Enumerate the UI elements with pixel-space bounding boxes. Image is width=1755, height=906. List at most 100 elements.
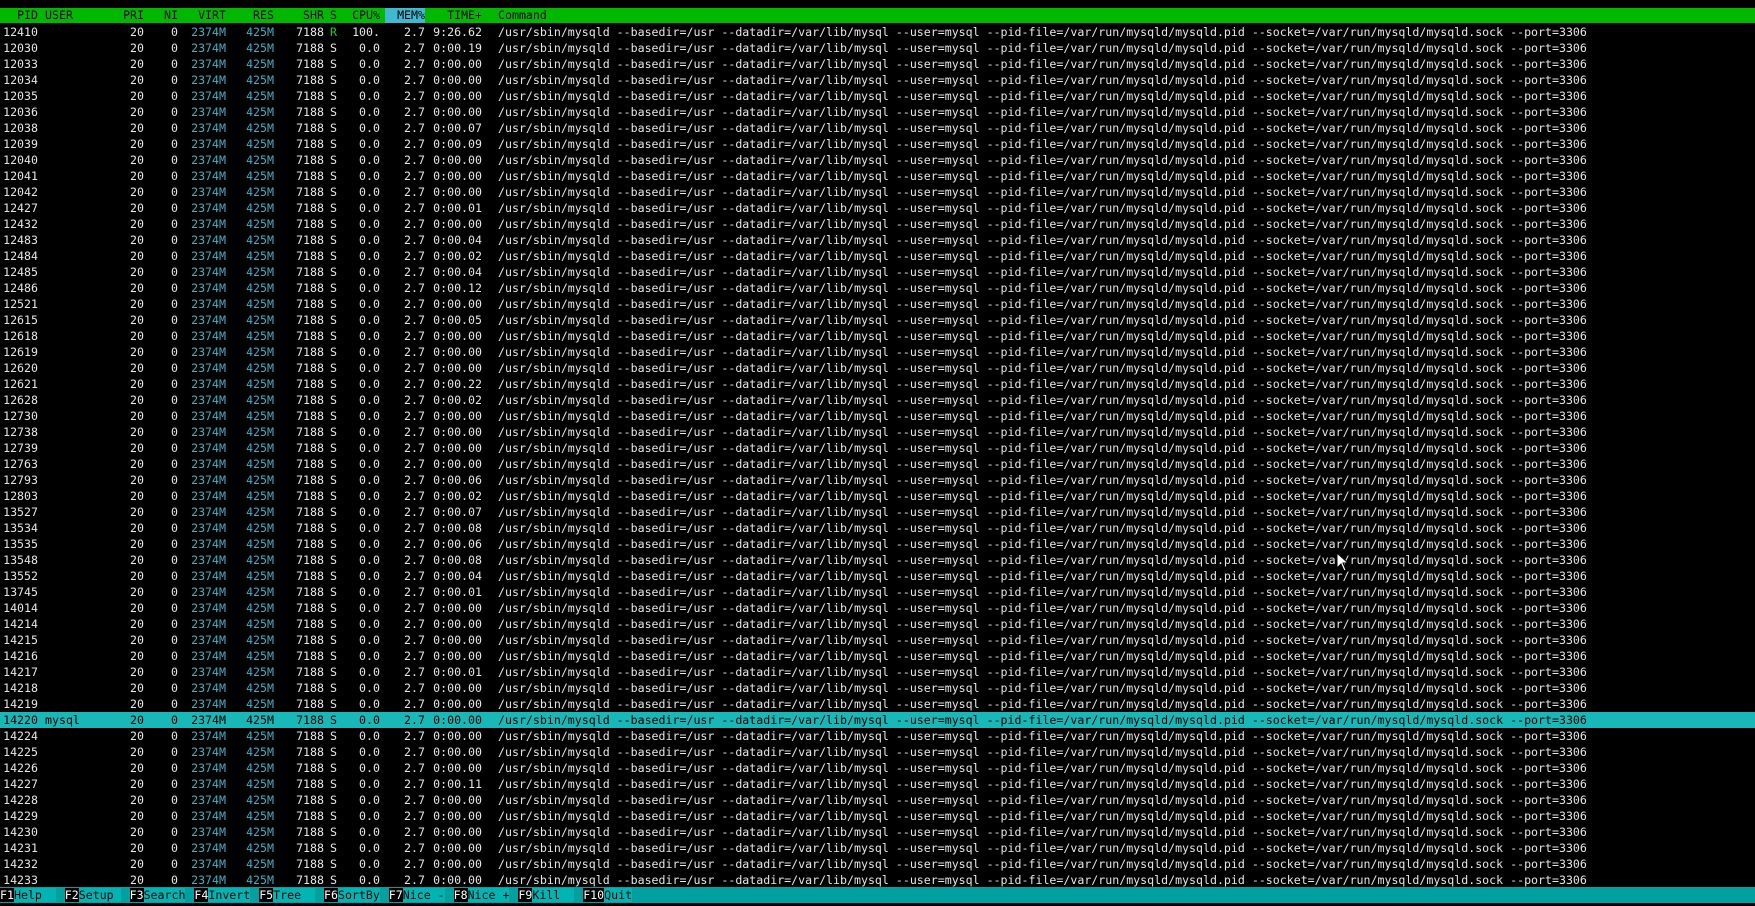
cell-pri: 20 bbox=[130, 441, 144, 455]
cell-mem: 2.7 bbox=[404, 105, 425, 119]
table-row[interactable]: 14230 20 0 2374M 425M 7188 S 0.0 2.7 0:00.00/usr/… bbox=[0, 824, 1755, 840]
table-row[interactable]: 12030 20 0 2374M 425M 7188 S 0.0 2.7 0:00.19/usr/… bbox=[0, 40, 1755, 56]
table-row[interactable]: 12803 20 0 2374M 425M 7188 S 0.0 2.7 0:00.02/usr/… bbox=[0, 488, 1755, 504]
fkey-f7[interactable]: F7Nice - bbox=[388, 887, 445, 903]
cell-ni: 0 bbox=[171, 873, 178, 887]
header-command[interactable]: Command bbox=[498, 8, 547, 23]
table-row[interactable]: 14218 20 0 2374M 425M 7188 S 0.0 2.7 0:00.00/usr/… bbox=[0, 680, 1755, 696]
table-row[interactable]: 13535 20 0 2374M 425M 7188 S 0.0 2.7 0:00.06/usr/… bbox=[0, 536, 1755, 552]
table-row[interactable]: 12410 20 0 2374M 425M 7188 R 100. 2.7 9:26.62/usr… bbox=[0, 24, 1755, 40]
cell-pid: 13535 bbox=[3, 537, 38, 551]
cell-s: S bbox=[330, 169, 337, 183]
table-row[interactable]: 12483 20 0 2374M 425M 7188 S 0.0 2.7 0:00.04/usr/… bbox=[0, 232, 1755, 248]
table-row[interactable]: 12427 20 0 2374M 425M 7188 S 0.0 2.7 0:00.01/usr/… bbox=[0, 200, 1755, 216]
cell-mem: 2.7 bbox=[404, 169, 425, 183]
table-row[interactable]: 14229 20 0 2374M 425M 7188 S 0.0 2.7 0:00.00/usr/… bbox=[0, 808, 1755, 824]
header-pri[interactable]: PRI bbox=[100, 8, 144, 23]
table-row-selected[interactable]: 14220 mysql 20 0 2374M 425M 7188 S 0.0 2.7 0:00.00… bbox=[0, 712, 1755, 728]
table-row[interactable]: 12615 20 0 2374M 425M 7188 S 0.0 2.7 0:00.05/usr/… bbox=[0, 312, 1755, 328]
cell-cpu: 0.0 bbox=[359, 729, 380, 743]
cell-pri: 20 bbox=[130, 297, 144, 311]
table-row[interactable]: 14219 20 0 2374M 425M 7188 S 0.0 2.7 0:00.00/usr/… bbox=[0, 696, 1755, 712]
cell-pid: 12738 bbox=[3, 425, 38, 439]
cell-res: 425M bbox=[246, 201, 274, 215]
table-row[interactable]: 12033 20 0 2374M 425M 7188 S 0.0 2.7 0:00.00/usr/… bbox=[0, 56, 1755, 72]
header-shr[interactable]: SHR bbox=[280, 8, 324, 23]
fkey-f6[interactable]: F6SortBy bbox=[324, 887, 380, 903]
table-row[interactable]: 12034 20 0 2374M 425M 7188 S 0.0 2.7 0:00.00/usr/… bbox=[0, 72, 1755, 88]
table-row[interactable]: 12620 20 0 2374M 425M 7188 S 0.0 2.7 0:00.00/usr/… bbox=[0, 360, 1755, 376]
table-row[interactable]: 12763 20 0 2374M 425M 7188 S 0.0 2.7 0:00.00/usr/… bbox=[0, 456, 1755, 472]
table-row[interactable]: 12739 20 0 2374M 425M 7188 S 0.0 2.7 0:00.00/usr/… bbox=[0, 440, 1755, 456]
table-row[interactable]: 12035 20 0 2374M 425M 7188 S 0.0 2.7 0:00.00/usr/… bbox=[0, 88, 1755, 104]
cell-command: /usr/sbin/mysqld --basedir=/usr --datadi… bbox=[498, 665, 1587, 679]
cell-cpu: 0.0 bbox=[359, 473, 380, 487]
cell-ni: 0 bbox=[171, 137, 178, 151]
fkey-f1[interactable]: F1Help bbox=[0, 887, 56, 903]
table-row[interactable]: 12738 20 0 2374M 425M 7188 S 0.0 2.7 0:00.00/usr/… bbox=[0, 424, 1755, 440]
table-row[interactable]: 14231 20 0 2374M 425M 7188 S 0.0 2.7 0:00.00/usr/… bbox=[0, 840, 1755, 856]
table-row[interactable]: 12619 20 0 2374M 425M 7188 S 0.0 2.7 0:00.00/usr/… bbox=[0, 344, 1755, 360]
table-row[interactable]: 12039 20 0 2374M 425M 7188 S 0.0 2.7 0:00.09/usr/… bbox=[0, 136, 1755, 152]
table-row[interactable]: 12042 20 0 2374M 425M 7188 S 0.0 2.7 0:00.00/usr/… bbox=[0, 184, 1755, 200]
table-row[interactable]: 12040 20 0 2374M 425M 7188 S 0.0 2.7 0:00.00/usr/… bbox=[0, 152, 1755, 168]
fkey-f8[interactable]: F8Nice + bbox=[453, 887, 510, 903]
fkey-f5[interactable]: F5Tree bbox=[259, 887, 316, 903]
header-ni[interactable]: NI bbox=[150, 8, 178, 23]
header-virt[interactable]: VIRT bbox=[180, 8, 226, 23]
cell-cpu: 0.0 bbox=[359, 745, 380, 759]
table-row[interactable]: 14233 20 0 2374M 425M 7188 S 0.0 2.7 0:00.00/usr/… bbox=[0, 872, 1755, 888]
table-row[interactable]: 14224 20 0 2374M 425M 7188 S 0.0 2.7 0:00.00/usr/… bbox=[0, 728, 1755, 744]
table-row[interactable]: 12793 20 0 2374M 425M 7188 S 0.0 2.7 0:00.06/usr/… bbox=[0, 472, 1755, 488]
cell-ni: 0 bbox=[171, 377, 178, 391]
header-pid[interactable]: PID bbox=[0, 8, 38, 23]
fkey-f10[interactable]: F10Quit bbox=[583, 887, 633, 903]
table-row[interactable]: 12628 20 0 2374M 425M 7188 S 0.0 2.7 0:00.02/usr/… bbox=[0, 392, 1755, 408]
cell-s: S bbox=[330, 825, 337, 839]
table-row[interactable]: 14227 20 0 2374M 425M 7188 S 0.0 2.7 0:00.11/usr/… bbox=[0, 776, 1755, 792]
fkey-f2[interactable]: F2Setup bbox=[64, 887, 121, 903]
cell-shr: 7188 bbox=[296, 57, 324, 71]
table-row[interactable]: 14014 20 0 2374M 425M 7188 S 0.0 2.7 0:00.00/usr/… bbox=[0, 600, 1755, 616]
cell-command: /usr/sbin/mysqld --basedir=/usr --datadi… bbox=[498, 489, 1587, 503]
table-row[interactable]: 12521 20 0 2374M 425M 7188 S 0.0 2.7 0:00.00/usr/… bbox=[0, 296, 1755, 312]
table-row[interactable]: 12730 20 0 2374M 425M 7188 S 0.0 2.7 0:00.00/usr/… bbox=[0, 408, 1755, 424]
header-state[interactable]: S bbox=[330, 8, 337, 23]
header-mem-sorted[interactable]: MEM% bbox=[385, 8, 425, 23]
table-row[interactable]: 13745 20 0 2374M 425M 7188 S 0.0 2.7 0:00.01/usr/… bbox=[0, 584, 1755, 600]
table-row[interactable]: 14225 20 0 2374M 425M 7188 S 0.0 2.7 0:00.00/usr/… bbox=[0, 744, 1755, 760]
table-row[interactable]: 13527 20 0 2374M 425M 7188 S 0.0 2.7 0:00.07/usr/… bbox=[0, 504, 1755, 520]
table-row[interactable]: 14226 20 0 2374M 425M 7188 S 0.0 2.7 0:00.00/usr/… bbox=[0, 760, 1755, 776]
fkey-f3[interactable]: F3Search bbox=[129, 887, 186, 903]
table-row[interactable]: 12618 20 0 2374M 425M 7188 S 0.0 2.7 0:00.00/usr/… bbox=[0, 328, 1755, 344]
table-row[interactable]: 12484 20 0 2374M 425M 7188 S 0.0 2.7 0:00.02/usr/… bbox=[0, 248, 1755, 264]
header-user[interactable]: USER bbox=[45, 8, 73, 23]
table-row[interactable]: 13552 20 0 2374M 425M 7188 S 0.0 2.7 0:00.04/usr/… bbox=[0, 568, 1755, 584]
table-row[interactable]: 12038 20 0 2374M 425M 7188 S 0.0 2.7 0:00.07/usr/… bbox=[0, 120, 1755, 136]
table-row[interactable]: 14214 20 0 2374M 425M 7188 S 0.0 2.7 0:00.00/usr/… bbox=[0, 616, 1755, 632]
table-row[interactable]: 14217 20 0 2374M 425M 7188 S 0.0 2.7 0:00.01/usr/… bbox=[0, 664, 1755, 680]
fkey-label: Invert bbox=[208, 888, 251, 902]
table-row[interactable]: 14228 20 0 2374M 425M 7188 S 0.0 2.7 0:00.00/usr/… bbox=[0, 792, 1755, 808]
table-row[interactable]: 13548 20 0 2374M 425M 7188 S 0.0 2.7 0:00.08/usr/… bbox=[0, 552, 1755, 568]
fkey-f4[interactable]: F4Invert bbox=[194, 887, 251, 903]
table-row[interactable]: 12485 20 0 2374M 425M 7188 S 0.0 2.7 0:00.04/usr/… bbox=[0, 264, 1755, 280]
table-row[interactable]: 12041 20 0 2374M 425M 7188 S 0.0 2.7 0:00.00/usr/… bbox=[0, 168, 1755, 184]
cell-cpu: 100. bbox=[352, 25, 380, 39]
table-row[interactable]: 12621 20 0 2374M 425M 7188 S 0.0 2.7 0:00.22/usr/… bbox=[0, 376, 1755, 392]
table-row[interactable]: 12486 20 0 2374M 425M 7188 S 0.0 2.7 0:00.12/usr/… bbox=[0, 280, 1755, 296]
table-row[interactable]: 14215 20 0 2374M 425M 7188 S 0.0 2.7 0:00.00/usr/… bbox=[0, 632, 1755, 648]
table-row[interactable]: 14216 20 0 2374M 425M 7188 S 0.0 2.7 0:00.00/usr/… bbox=[0, 648, 1755, 664]
header-time[interactable]: TIME+ bbox=[432, 8, 482, 23]
table-row[interactable]: 12036 20 0 2374M 425M 7188 S 0.0 2.7 0:00.00/usr/… bbox=[0, 104, 1755, 120]
table-row[interactable]: 13534 20 0 2374M 425M 7188 S 0.0 2.7 0:00.08/usr/… bbox=[0, 520, 1755, 536]
fkey-f9[interactable]: F9Kill bbox=[518, 887, 575, 903]
cell-pid: 12730 bbox=[3, 409, 38, 423]
header-cpu[interactable]: CPU% bbox=[342, 8, 380, 23]
header-res[interactable]: RES bbox=[230, 8, 274, 23]
cell-res: 425M bbox=[246, 393, 274, 407]
cell-command: /usr/sbin/mysqld --basedir=/usr --datadi… bbox=[498, 569, 1587, 583]
table-row[interactable]: 14232 20 0 2374M 425M 7188 S 0.0 2.7 0:00.00/usr/… bbox=[0, 856, 1755, 872]
cell-mem: 2.7 bbox=[404, 233, 425, 247]
table-row[interactable]: 12432 20 0 2374M 425M 7188 S 0.0 2.7 0:00.00/usr/… bbox=[0, 216, 1755, 232]
